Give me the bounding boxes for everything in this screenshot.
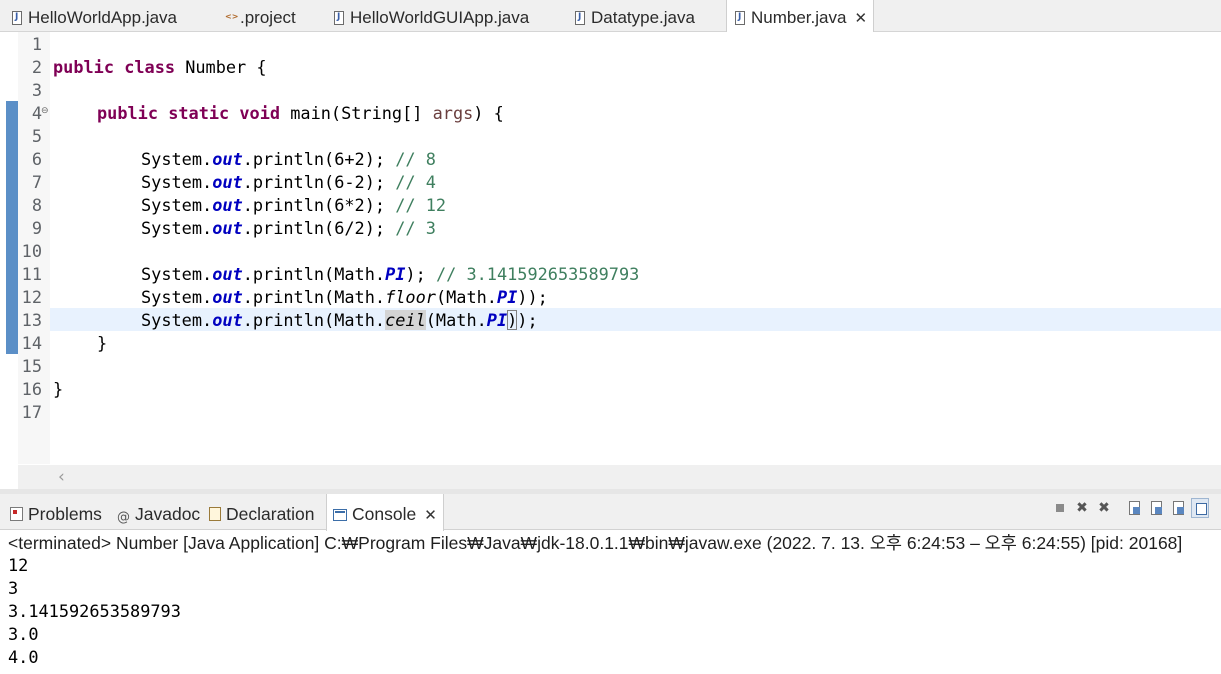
line-number: 4 [31, 103, 42, 123]
code-line: System.out.println(6-2); // 4 [141, 172, 436, 192]
code-line: } [97, 333, 108, 353]
console-toolbar: ✖ ✖ [1051, 494, 1221, 524]
occurrence-highlight: ceil [385, 310, 426, 330]
line-number: 14 [21, 333, 42, 353]
remove-all-terminated-icon[interactable]: ✖ [1095, 498, 1113, 518]
close-tab-icon[interactable]: ✕ [424, 506, 437, 524]
line-number: 7 [31, 172, 42, 192]
horizontal-scrollbar[interactable]: ‹ [50, 465, 1221, 489]
panel-tab-bar: Problems @ Javadoc Declaration Console ✕ ✖… [0, 494, 1221, 531]
tab-problems[interactable]: Problems [10, 494, 102, 530]
code-line: System.out.println(6*2); // 12 [141, 195, 447, 215]
tab-label: Datatype.java [591, 8, 695, 27]
tab-label: HelloWorldApp.java [28, 8, 177, 27]
line-number: 6 [31, 149, 42, 169]
declaration-icon [209, 507, 221, 521]
line-number: 15 [21, 356, 42, 376]
line-number: 8 [31, 195, 42, 215]
tab-label: Problems [28, 504, 102, 524]
code-line: System.out.println(6/2); // 3 [141, 218, 436, 238]
line-number: 1 [31, 34, 42, 54]
fold-collapse-icon[interactable]: ⊖ [41, 106, 49, 116]
java-file-icon: J [334, 11, 344, 25]
line-number: 3 [31, 80, 42, 100]
line-number: 17 [21, 402, 42, 422]
line-number: 10 [21, 241, 42, 261]
java-file-icon: J [575, 11, 585, 25]
problems-icon [10, 507, 23, 521]
remove-launch-icon[interactable]: ✖ [1073, 498, 1091, 518]
terminate-icon[interactable] [1051, 498, 1069, 518]
tab-number[interactable]: J Number.java ✕ [726, 0, 875, 33]
javadoc-icon: @ [117, 510, 130, 525]
tab-label: HelloWorldGUIApp.java [350, 8, 530, 27]
tab-helloworldapp[interactable]: J HelloWorldApp.java [12, 0, 177, 32]
change-ruler [6, 101, 18, 354]
tab-label: Javadoc [135, 504, 201, 524]
gutter-scroll-corner [18, 465, 50, 489]
console-output-line: 4.0 [8, 647, 39, 667]
tab-datatype[interactable]: J Datatype.java [575, 0, 695, 32]
tab-label: Declaration [226, 504, 315, 524]
console-output-line: 12 [8, 555, 29, 575]
tab-label: Number.java [751, 8, 847, 27]
code-line: System.out.println(Math.PI); // 3.141592… [141, 264, 640, 284]
line-number: 16 [21, 379, 42, 399]
code-line: public static void main(String[] args) { [97, 103, 504, 123]
editor-tab-bar: J HelloWorldApp.java <> .project J HelloWor… [0, 0, 1221, 33]
code-line: System.out.println(6+2); // 8 [141, 149, 436, 169]
tab-javadoc[interactable]: @ Javadoc [117, 494, 200, 530]
code-line: public class Number { [53, 57, 267, 77]
line-number: 12 [21, 287, 42, 307]
tab-console[interactable]: Console ✕ [326, 494, 444, 531]
code-line: System.out.println(Math.floor(Math.PI)); [141, 287, 548, 307]
tab-declaration[interactable]: Declaration [209, 494, 315, 530]
tab-project[interactable]: <> .project [224, 0, 296, 32]
code-line: } [53, 379, 64, 399]
line-number: 11 [21, 264, 42, 284]
java-file-icon: J [735, 11, 745, 25]
java-file-icon: J [12, 11, 22, 25]
console-output-line: 3 [8, 578, 19, 598]
pin-console-icon[interactable] [1191, 498, 1209, 518]
xml-file-icon: <> [225, 12, 239, 21]
console-process-header: <terminated> Number [Java Application] C… [8, 533, 1183, 553]
line-number: 5 [31, 126, 42, 146]
scroll-left-icon[interactable]: ‹ [58, 467, 65, 487]
line-number: 2 [31, 57, 42, 77]
code-editor[interactable]: 1 2 3 4 ⊖ 5 6 7 8 9 10 11 12 13 14 15 16… [0, 32, 1221, 489]
close-tab-icon[interactable]: ✕ [854, 9, 867, 27]
code-line-current: System.out.println(Math.ceil(Math.PI)); [141, 310, 538, 330]
tab-helloworldguiapp[interactable]: J HelloWorldGUIApp.java [334, 0, 529, 32]
line-number: 13 [21, 310, 42, 330]
tab-label: Console [352, 504, 417, 524]
bracket-match-highlight: ) [507, 310, 518, 330]
scroll-lock-icon[interactable] [1147, 498, 1165, 518]
word-wrap-icon[interactable] [1169, 498, 1187, 518]
tab-label: .project [240, 8, 296, 27]
console-icon [333, 509, 347, 521]
console-output-line: 3.0 [8, 624, 39, 644]
line-number: 9 [31, 218, 42, 238]
console-output-line: 3.141592653589793 [8, 601, 181, 621]
clear-console-icon[interactable] [1125, 498, 1143, 518]
